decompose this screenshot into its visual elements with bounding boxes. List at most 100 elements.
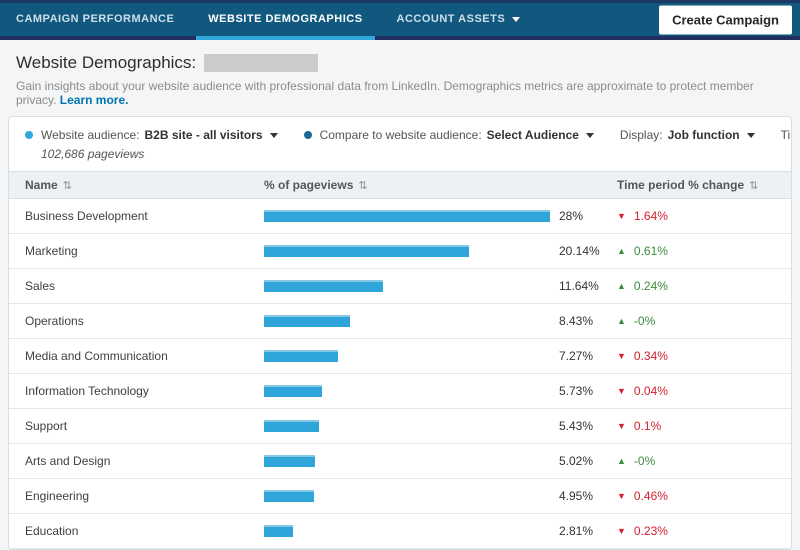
change-value: -0% bbox=[634, 454, 655, 468]
change-value: -0% bbox=[634, 314, 655, 328]
row-name: Operations bbox=[25, 314, 264, 328]
change-cell: ▼ 0.23% bbox=[617, 524, 775, 538]
tab-website-demographics[interactable]: WEBSITE DEMOGRAPHICS bbox=[208, 3, 362, 36]
website-audience-filter[interactable]: Website audience: B2B site - all visitor… bbox=[25, 128, 278, 142]
change-direction-icon: ▼ bbox=[617, 422, 626, 431]
pageviews-bar-cell bbox=[264, 210, 559, 222]
time-range-filter[interactable]: Time range: 7/21/2020 - 8/19/2020 bbox=[781, 128, 792, 142]
change-direction-icon: ▲ bbox=[617, 247, 626, 256]
row-name: Support bbox=[25, 419, 264, 433]
top-nav: CAMPAIGN PERFORMANCE WEBSITE DEMOGRAPHIC… bbox=[0, 0, 800, 40]
change-cell: ▼ 0.04% bbox=[617, 384, 775, 398]
tab-label: WEBSITE DEMOGRAPHICS bbox=[208, 3, 362, 36]
change-cell: ▼ 1.64% bbox=[617, 209, 775, 223]
change-value: 0.23% bbox=[634, 524, 668, 538]
table-header: Name ⇅ % of pageviews ⇅ Time period % ch… bbox=[9, 171, 791, 199]
pageviews-bar-cell bbox=[264, 525, 559, 537]
pageviews-percent: 2.81% bbox=[559, 524, 617, 538]
learn-more-link[interactable]: Learn more. bbox=[60, 93, 129, 107]
pageviews-bar-cell bbox=[264, 490, 559, 502]
pageviews-bar-cell bbox=[264, 455, 559, 467]
compare-audience-filter[interactable]: Compare to website audience: Select Audi… bbox=[304, 128, 594, 142]
tab-label: ACCOUNT ASSETS bbox=[397, 3, 506, 36]
pageviews-bar bbox=[264, 455, 315, 467]
table-row[interactable]: Arts and Design 5.02% ▲ -0% bbox=[9, 444, 791, 479]
row-name: Engineering bbox=[25, 489, 264, 503]
table-body: Business Development 28% ▼ 1.64% Marketi… bbox=[9, 199, 791, 549]
pageviews-bar bbox=[264, 350, 338, 362]
change-cell: ▼ 0.34% bbox=[617, 349, 775, 363]
change-cell: ▼ 0.1% bbox=[617, 419, 775, 433]
table-row[interactable]: Media and Communication 7.27% ▼ 0.34% bbox=[9, 339, 791, 374]
tab-campaign-performance[interactable]: CAMPAIGN PERFORMANCE bbox=[16, 3, 174, 36]
pageviews-count: 102,686 pageviews bbox=[41, 147, 304, 161]
pageviews-bar bbox=[264, 210, 550, 222]
pageviews-bar bbox=[264, 525, 293, 537]
table-row[interactable]: Support 5.43% ▼ 0.1% bbox=[9, 409, 791, 444]
pageviews-bar bbox=[264, 280, 383, 292]
change-value: 0.04% bbox=[634, 384, 668, 398]
filter-label: Time range: bbox=[781, 128, 792, 142]
pageviews-percent: 5.43% bbox=[559, 419, 617, 433]
pageviews-bar bbox=[264, 420, 319, 432]
change-value: 0.46% bbox=[634, 489, 668, 503]
change-value: 1.64% bbox=[634, 209, 668, 223]
change-value: 0.1% bbox=[634, 419, 661, 433]
table-row[interactable]: Education 2.81% ▼ 0.23% bbox=[9, 514, 791, 549]
pageviews-percent: 5.73% bbox=[559, 384, 617, 398]
pageviews-bar bbox=[264, 385, 322, 397]
pageviews-percent: 11.64% bbox=[559, 279, 617, 293]
pageviews-bar-cell bbox=[264, 420, 559, 432]
table-row[interactable]: Business Development 28% ▼ 1.64% bbox=[9, 199, 791, 234]
change-direction-icon: ▼ bbox=[617, 387, 626, 396]
chevron-down-icon bbox=[270, 133, 278, 138]
pageviews-bar-cell bbox=[264, 385, 559, 397]
audience-dot-icon bbox=[25, 131, 33, 139]
display-filter[interactable]: Display: Job function bbox=[620, 128, 755, 142]
filter-bar: Website audience: B2B site - all visitor… bbox=[9, 117, 791, 166]
change-cell: ▲ -0% bbox=[617, 314, 775, 328]
pageviews-bar bbox=[264, 315, 350, 327]
column-header-pageviews[interactable]: % of pageviews ⇅ bbox=[264, 178, 617, 192]
chevron-down-icon bbox=[747, 133, 755, 138]
row-name: Education bbox=[25, 524, 264, 538]
pageviews-percent: 28% bbox=[559, 209, 617, 223]
change-direction-icon: ▼ bbox=[617, 492, 626, 501]
table-row[interactable]: Operations 8.43% ▲ -0% bbox=[9, 304, 791, 339]
chevron-down-icon bbox=[586, 133, 594, 138]
change-direction-icon: ▼ bbox=[617, 352, 626, 361]
sort-icon: ⇅ bbox=[63, 179, 72, 192]
pageviews-bar bbox=[264, 490, 314, 502]
table-row[interactable]: Sales 11.64% ▲ 0.24% bbox=[9, 269, 791, 304]
column-label: Name bbox=[25, 178, 58, 192]
column-header-name[interactable]: Name ⇅ bbox=[25, 178, 264, 192]
demographics-card: Website audience: B2B site - all visitor… bbox=[8, 116, 792, 550]
table-row[interactable]: Marketing 20.14% ▲ 0.61% bbox=[9, 234, 791, 269]
tab-label: CAMPAIGN PERFORMANCE bbox=[16, 3, 174, 36]
tab-account-assets[interactable]: ACCOUNT ASSETS bbox=[397, 3, 521, 36]
row-name: Business Development bbox=[25, 209, 264, 223]
table-row[interactable]: Engineering 4.95% ▼ 0.46% bbox=[9, 479, 791, 514]
change-direction-icon: ▲ bbox=[617, 317, 626, 326]
filter-value: Job function bbox=[668, 128, 740, 142]
filter-label: Compare to website audience: bbox=[320, 128, 482, 142]
column-label: Time period % change bbox=[617, 178, 744, 192]
row-name: Information Technology bbox=[25, 384, 264, 398]
sort-icon: ⇅ bbox=[749, 179, 758, 192]
pageviews-bar-cell bbox=[264, 280, 559, 292]
row-name: Media and Communication bbox=[25, 349, 264, 363]
filter-label: Display: bbox=[620, 128, 663, 142]
change-direction-icon: ▲ bbox=[617, 282, 626, 291]
row-name: Arts and Design bbox=[25, 454, 264, 468]
change-cell: ▲ 0.61% bbox=[617, 244, 775, 258]
create-campaign-button[interactable]: Create Campaign bbox=[659, 5, 792, 34]
filter-label: Website audience: bbox=[41, 128, 140, 142]
row-name: Sales bbox=[25, 279, 264, 293]
column-header-change[interactable]: Time period % change ⇅ bbox=[617, 178, 775, 192]
nav-tabs: CAMPAIGN PERFORMANCE WEBSITE DEMOGRAPHIC… bbox=[0, 3, 520, 36]
pageviews-bar-cell bbox=[264, 315, 559, 327]
table-row[interactable]: Information Technology 5.73% ▼ 0.04% bbox=[9, 374, 791, 409]
change-direction-icon: ▼ bbox=[617, 527, 626, 536]
page-description: Gain insights about your website audienc… bbox=[16, 79, 784, 107]
pageviews-percent: 5.02% bbox=[559, 454, 617, 468]
